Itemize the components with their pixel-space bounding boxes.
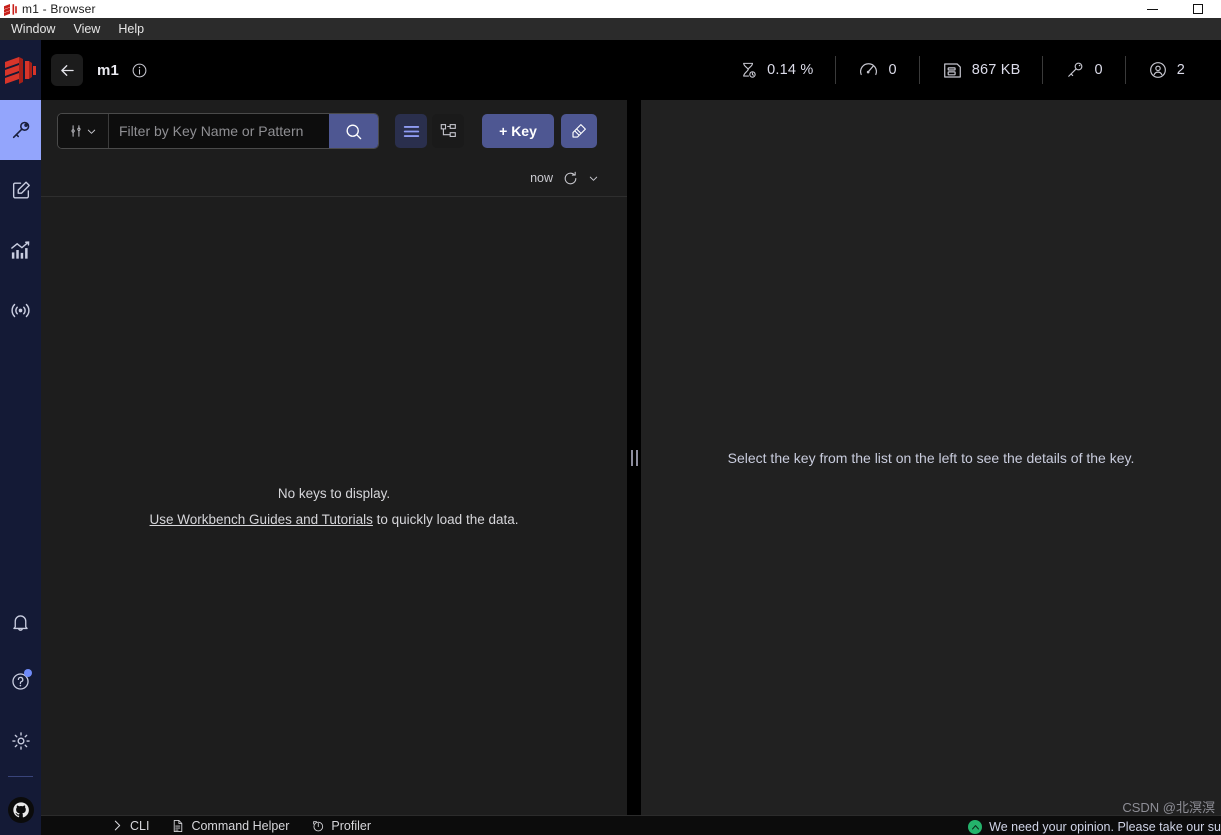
stat-commands-value: 0: [888, 62, 897, 78]
stat-commands-per-sec[interactable]: 0: [836, 60, 918, 81]
database-info-button[interactable]: [131, 62, 148, 79]
info-circle-icon: [132, 63, 147, 77]
help-badge-dot: [24, 669, 32, 677]
survey-icon: [968, 820, 983, 834]
stat-memory-value: 867 KB: [971, 62, 1021, 78]
filter-type-dropdown[interactable]: [58, 114, 109, 148]
database-name: m1: [97, 61, 120, 79]
cli-label: CLI: [130, 818, 150, 833]
watermark: CSDN @北溟溟: [1122, 800, 1215, 815]
stat-connected-clients[interactable]: 2: [1126, 60, 1207, 80]
keys-filter-toolbar: + Key: [41, 100, 627, 162]
list-view-icon: [403, 125, 419, 137]
survey-toast[interactable]: We need your opinion. Please take our su: [968, 819, 1221, 835]
stat-cpu[interactable]: 0.14 %: [717, 61, 835, 80]
search-button[interactable]: [329, 114, 378, 148]
key-details-panel: Select the key from the list on the left…: [641, 100, 1221, 815]
bulk-actions-icon: [572, 124, 586, 138]
hourglass-icon: [743, 62, 756, 78]
redis-logo-icon: [0, 40, 41, 100]
sidebar-item-workbench[interactable]: [0, 160, 41, 220]
window-title: m1 - Browser: [22, 2, 96, 16]
github-icon: [7, 797, 34, 823]
key-filter-input[interactable]: [109, 114, 329, 148]
profiler-icon: [313, 820, 324, 831]
stat-memory[interactable]: 867 KB: [920, 61, 1043, 80]
sidebar-item-browser[interactable]: [0, 100, 41, 160]
cli-button[interactable]: CLI: [111, 819, 149, 833]
stat-cpu-value: 0.14 %: [767, 62, 814, 78]
command-helper-label: Command Helper: [191, 818, 290, 833]
empty-state-subtitle: Use Workbench Guides and Tutorials to qu…: [150, 512, 519, 527]
keys-panel: + Key now: [41, 100, 627, 815]
app-shell: m1 0.14 % 0 867 KB 0 2 Filter by Key Nam…: [0, 40, 1221, 835]
survey-toast-text: We need your opinion. Please take our su: [989, 820, 1221, 834]
filter-group: [57, 113, 379, 149]
database-stats: 0.14 % 0 867 KB 0 2: [717, 56, 1207, 84]
user-circle-icon: [1149, 62, 1166, 78]
command-helper-button[interactable]: Command Helper: [171, 819, 289, 833]
chevron-down-icon[interactable]: [588, 173, 599, 184]
menu-window[interactable]: Window: [2, 20, 64, 38]
menu-view[interactable]: View: [64, 20, 109, 38]
profiler-label: Profiler: [331, 818, 372, 833]
sidebar-item-analysis-tools[interactable]: [0, 220, 41, 280]
empty-state-title: No keys to display.: [277, 485, 391, 501]
key-icon: [1068, 62, 1083, 77]
back-button[interactable]: [51, 54, 83, 86]
document-icon: [174, 819, 183, 832]
bottom-toolbar: CLI Command Helper Profiler We need your…: [41, 815, 1221, 835]
keys-refresh-row: now: [41, 162, 627, 194]
tree-view-icon: [440, 124, 456, 137]
tree-view-button[interactable]: [432, 114, 464, 148]
menubar: Window View Help: [0, 18, 1221, 40]
maximize-button[interactable]: [1175, 0, 1221, 18]
sidebar-divider: [8, 776, 33, 777]
window-controls: [1129, 0, 1221, 18]
stat-keys-value: 0: [1094, 62, 1103, 78]
refresh-icon[interactable]: [562, 170, 579, 187]
empty-state-tail: to quickly load the data.: [372, 511, 519, 527]
arrow-left-icon: [60, 64, 74, 76]
sidebar-item-settings[interactable]: [0, 711, 41, 770]
bulk-actions-button[interactable]: [561, 114, 597, 148]
menu-help[interactable]: Help: [109, 20, 153, 38]
main-column: m1 0.14 % 0 867 KB 0 2 Filter by Key Nam…: [41, 40, 1221, 835]
stat-keys[interactable]: 0: [1043, 60, 1124, 80]
sidebar-item-github[interactable]: [0, 785, 41, 835]
sidebar-item-pub-sub[interactable]: [0, 280, 41, 340]
sidebar: [0, 40, 41, 835]
refresh-last-updated: now: [530, 171, 553, 185]
search-icon: [346, 123, 362, 139]
profiler-button[interactable]: Profiler: [311, 819, 371, 833]
workbench-guides-link[interactable]: Use Workbench Guides and Tutorials: [150, 512, 373, 527]
database-header: m1 0.14 % 0 867 KB 0 2: [41, 40, 1221, 100]
key-details-empty-text: Select the key from the list on the left…: [727, 449, 1135, 466]
list-view-button[interactable]: [395, 114, 427, 148]
chevron-right-icon: [114, 820, 121, 831]
sliders-icon: [71, 125, 81, 137]
window-titlebar: m1 - Browser: [0, 0, 1221, 18]
chevron-down-icon: [87, 129, 96, 134]
sidebar-item-notifications[interactable]: [0, 593, 41, 652]
keys-empty-state: No keys to display. Use Workbench Guides…: [41, 197, 627, 815]
memory-chip-icon: [943, 62, 961, 78]
sidebar-item-help[interactable]: [0, 652, 41, 711]
stat-clients-value: 2: [1176, 62, 1185, 78]
speedometer-icon: [860, 62, 878, 75]
redis-logo-icon: [0, 3, 22, 16]
splitter-grip-icon: [630, 449, 638, 466]
add-key-button[interactable]: + Key: [482, 114, 554, 148]
minimize-button[interactable]: [1129, 0, 1175, 18]
panels-container: + Key now: [41, 100, 1221, 815]
sidebar-bottom-group: [0, 593, 41, 835]
panel-splitter[interactable]: [627, 100, 641, 815]
